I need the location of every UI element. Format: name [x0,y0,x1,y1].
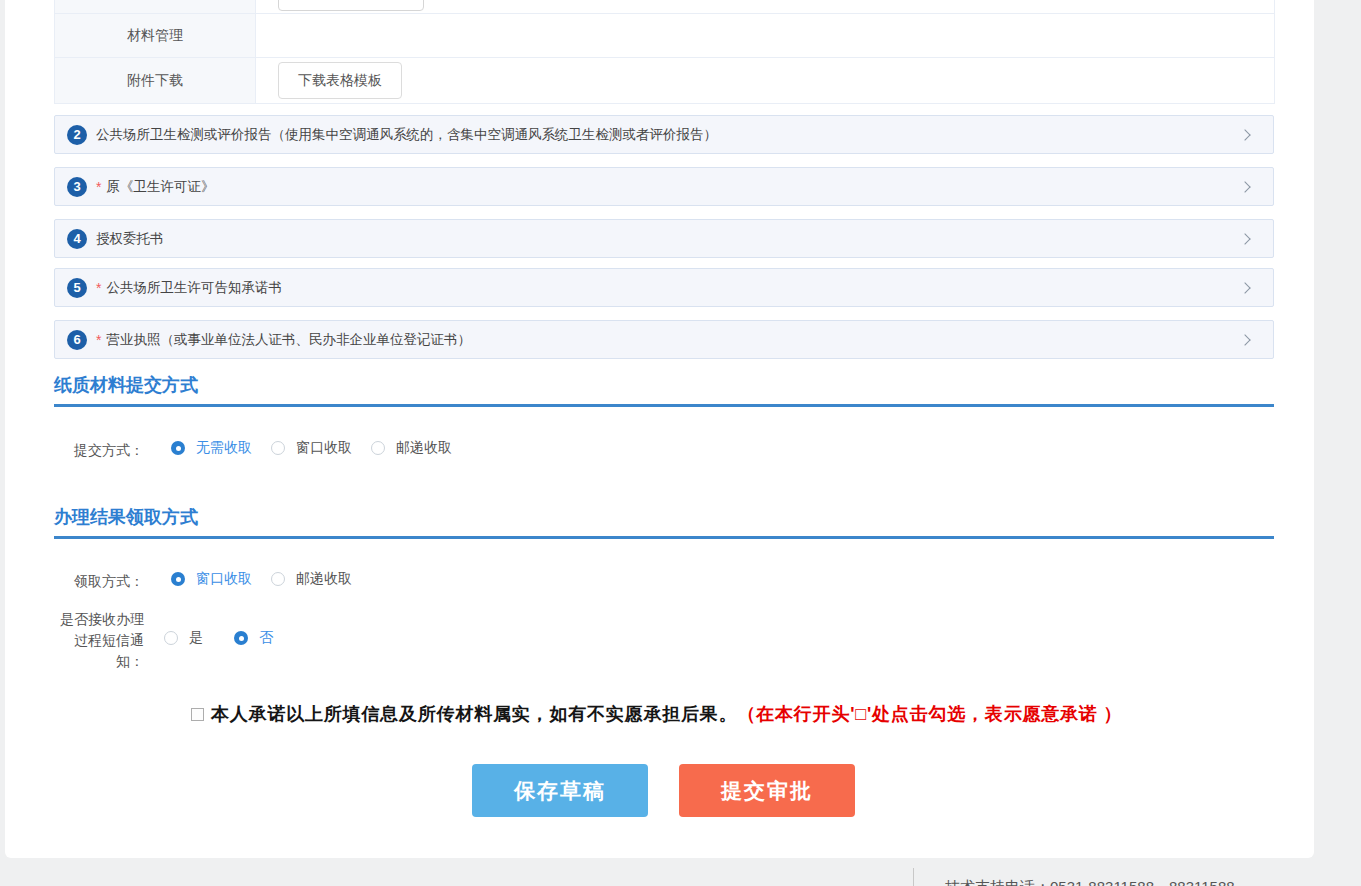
promise-statement: 本人承诺以上所填信息及所传材料属实，如有不实愿承担后果。（在本行开头'□'处点击… [211,702,1122,726]
radio-option-label: 是 [189,629,203,647]
promise-hint: （在本行开头'□'处点击勾选，表示愿意承诺 ） [737,704,1122,724]
chevron-right-icon [1239,233,1250,244]
radio-selected-icon[interactable] [171,572,185,586]
radio-option-label: 窗口收取 [296,439,352,457]
radio-option-label: 窗口收取 [196,570,252,588]
radio-unselected-icon[interactable] [271,441,285,455]
material-item[interactable]: 4 授权委托书 [54,219,1274,258]
section-title-paper-submit: 纸质材料提交方式 [54,373,198,397]
promise-checkbox[interactable] [191,708,204,721]
radio-option[interactable]: 是 [164,629,203,647]
table-label-cell: 材料管理 [55,14,256,57]
page: 材料管理 附件下载 下载表格模板 2 公共场所卫生检测或评价报告（使用集中空调通风… [0,0,1361,886]
material-number-badge: 6 [67,330,87,350]
field-label-pickup-method: 领取方式： [54,571,144,592]
table-row-attachment-download: 附件下载 下载表格模板 [55,57,1274,103]
material-item[interactable]: 6 * 营业执照（或事业单位法人证书、民办非企业单位登记证书） [54,320,1274,359]
table-value-cell [256,0,1274,13]
material-number-badge: 4 [67,229,87,249]
chevron-right-icon [1239,129,1250,140]
material-item[interactable]: 3 * 原《卫生许可证》 [54,167,1274,206]
material-title: 营业执照（或事业单位法人证书、民办非企业单位登记证书） [106,331,471,349]
footer-divider [913,868,914,886]
required-asterisk: * [96,280,101,296]
radio-option[interactable]: 邮递收取 [371,439,452,457]
radio-option-label: 邮递收取 [396,439,452,457]
radio-option-label: 邮递收取 [296,570,352,588]
material-number-badge: 3 [67,177,87,197]
material-number-badge: 2 [67,125,87,145]
radio-option[interactable]: 窗口收取 [171,570,252,588]
attachment-table: 材料管理 附件下载 下载表格模板 [54,0,1275,104]
radio-option-label: 无需收取 [196,439,252,457]
field-label-submit-method: 提交方式： [54,440,144,461]
radio-group-submit-method: 无需收取 窗口收取 邮递收取 [171,440,471,456]
section-title-result-pickup: 办理结果领取方式 [54,505,198,529]
footer-support-phone: 技术支持电话：0531-88311588、88311588 [945,878,1235,886]
download-template-button[interactable]: 下载表格模板 [278,62,402,99]
radio-option[interactable]: 无需收取 [171,439,252,457]
radio-unselected-icon[interactable] [164,631,178,645]
section-underline [54,536,1274,539]
material-item[interactable]: 2 公共场所卫生检测或评价报告（使用集中空调通风系统的，含集中空调通风系统卫生检测… [54,115,1274,154]
radio-group-sms-notify: 是否 [164,630,304,646]
promise-row: 本人承诺以上所填信息及所传材料属实，如有不实愿承担后果。（在本行开头'□'处点击… [191,700,1122,728]
table-label-cell [55,0,256,13]
material-title: 授权委托书 [96,230,164,248]
table-value-cell [256,14,1274,57]
material-number-badge: 5 [67,278,87,298]
chevron-right-icon [1239,282,1250,293]
material-item[interactable]: 5 * 公共场所卫生许可告知承诺书 [54,268,1274,307]
radio-unselected-icon[interactable] [371,441,385,455]
partial-input[interactable] [278,0,424,11]
radio-group-pickup-method: 窗口收取 邮递收取 [171,571,371,587]
required-asterisk: * [96,332,101,348]
chevron-right-icon [1239,181,1250,192]
section-underline [54,404,1274,407]
material-title: 原《卫生许可证》 [106,178,214,196]
table-value-cell: 下载表格模板 [256,58,1274,103]
radio-option-label: 否 [259,629,273,647]
field-label-sms-notify: 是否接收办理过程短信通知： [54,609,144,672]
chevron-right-icon [1239,334,1250,345]
table-row-partial [55,0,1274,13]
radio-selected-icon[interactable] [234,631,248,645]
radio-selected-icon[interactable] [171,441,185,455]
table-label-cell: 附件下载 [55,58,256,103]
radio-option[interactable]: 否 [234,629,273,647]
submit-approval-button[interactable]: 提交审批 [679,764,855,817]
material-title: 公共场所卫生许可告知承诺书 [106,279,282,297]
radio-option[interactable]: 窗口收取 [271,439,352,457]
table-row-material-manage: 材料管理 [55,13,1274,57]
required-asterisk: * [96,179,101,195]
material-title: 公共场所卫生检测或评价报告（使用集中空调通风系统的，含集中空调通风系统卫生检测或… [96,126,717,144]
save-draft-button[interactable]: 保存草稿 [472,764,648,817]
radio-option[interactable]: 邮递收取 [271,570,352,588]
radio-unselected-icon[interactable] [271,572,285,586]
